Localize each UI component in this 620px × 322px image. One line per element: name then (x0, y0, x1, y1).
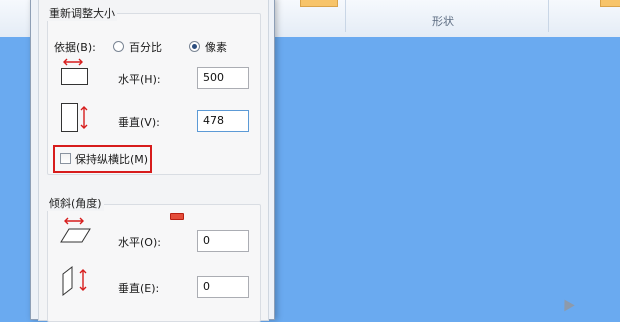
resize-horizontal-input[interactable]: 500 (197, 67, 249, 89)
skew-horizontal-label: 水平(O): (118, 236, 161, 249)
ribbon-highlight-tab-right[interactable] (600, 0, 620, 7)
skew-vertical-input[interactable]: 0 (197, 276, 249, 298)
vertical-resize-icon (61, 103, 88, 132)
keep-ratio-label[interactable]: 保持纵横比(M) (75, 151, 148, 167)
basis-label: 依据(B): (54, 41, 96, 54)
horizontal-skew-icon (60, 217, 91, 243)
annotation-mark (170, 213, 184, 220)
resize-vertical-input[interactable]: 478 (197, 110, 249, 132)
resize-horizontal-label: 水平(H): (118, 73, 161, 86)
ribbon-group-label-shapes: 形状 (432, 15, 454, 28)
pixels-radio[interactable] (189, 41, 200, 52)
percent-option-label[interactable]: 百分比 (129, 39, 162, 55)
resize-group-title: 重新调整大小 (47, 5, 117, 21)
ribbon-highlight-tab[interactable] (300, 0, 338, 7)
keep-ratio-checkbox[interactable] (60, 153, 71, 164)
resize-vertical-label: 垂直(V): (118, 116, 160, 129)
pixels-option-label[interactable]: 像素 (205, 39, 227, 55)
vertical-skew-icon (62, 265, 87, 297)
percent-radio[interactable] (113, 41, 124, 52)
dialog-body: 重新调整大小 依据(B): 百分比 像素 水平(H): 500 垂直(V): 4… (38, 0, 269, 322)
ribbon-separator (548, 0, 549, 32)
resize-skew-dialog: 重新调整大小 依据(B): 百分比 像素 水平(H): 500 垂直(V): 4… (30, 0, 275, 322)
skew-vertical-label: 垂直(E): (118, 282, 160, 295)
ribbon-separator (345, 0, 346, 32)
skew-horizontal-input[interactable]: 0 (197, 230, 249, 252)
skew-group-title: 倾斜(角度) (47, 195, 104, 211)
horizontal-resize-icon (61, 58, 88, 85)
